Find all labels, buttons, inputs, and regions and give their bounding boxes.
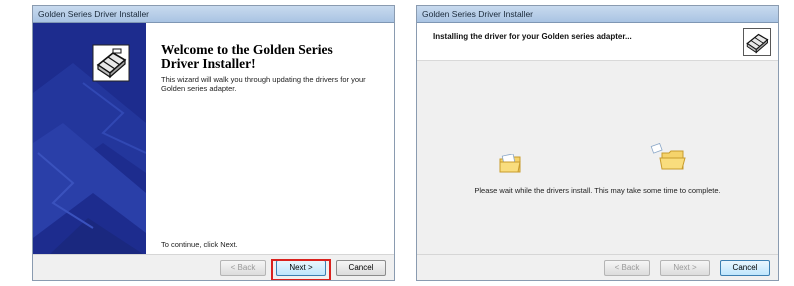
folder-icon — [499, 154, 521, 173]
cancel-button[interactable]: Cancel — [720, 260, 770, 276]
welcome-description: This wizard will walk you through updati… — [161, 75, 366, 93]
window-title: Golden Series Driver Installer — [33, 6, 394, 23]
installing-window: Golden Series Driver Installer Installin… — [416, 5, 779, 281]
next-button-highlight — [271, 259, 331, 280]
welcome-heading: Welcome to the Golden Series Driver Inst… — [161, 42, 333, 71]
welcome-content: Welcome to the Golden Series Driver Inst… — [146, 23, 394, 256]
back-button[interactable]: < Back — [604, 260, 650, 276]
window-title: Golden Series Driver Installer — [417, 6, 778, 23]
next-button[interactable]: Next > — [660, 260, 710, 276]
button-bar: < Back Next > Cancel — [33, 254, 394, 280]
installer-box-icon — [743, 28, 771, 56]
button-bar: < Back Next > Cancel — [417, 254, 778, 280]
cancel-button[interactable]: Cancel — [336, 260, 386, 276]
wizard-banner — [33, 23, 146, 256]
welcome-window: Golden Series Driver Installer Welcome t… — [32, 5, 395, 281]
continue-instruction: To continue, click Next. — [161, 240, 238, 249]
back-button[interactable]: < Back — [220, 260, 266, 276]
install-progress-area: Please wait while the drivers install. T… — [417, 61, 778, 256]
install-header: Installing the driver for your Golden se… — [417, 23, 778, 61]
install-header-text: Installing the driver for your Golden se… — [433, 32, 632, 41]
installer-box-icon — [92, 44, 130, 82]
folder-open-icon — [650, 143, 686, 170]
install-status-text: Please wait while the drivers install. T… — [474, 186, 721, 195]
